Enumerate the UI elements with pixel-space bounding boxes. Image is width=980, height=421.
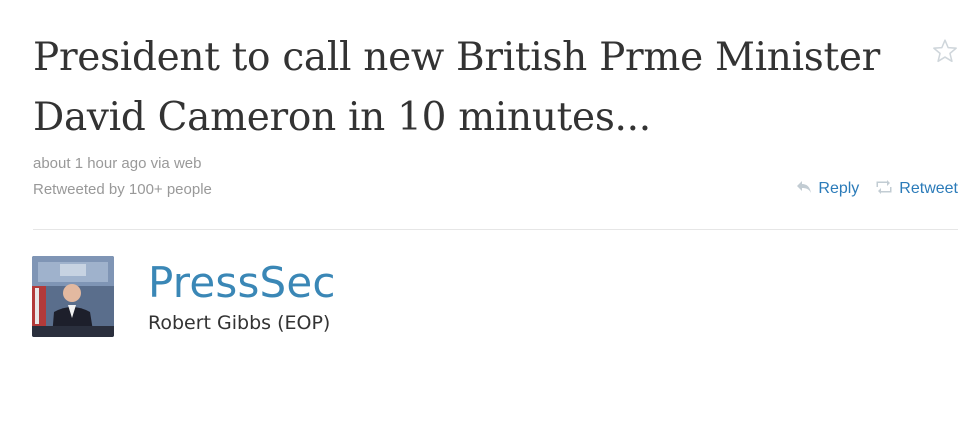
retweet-label: Retweet bbox=[899, 180, 958, 197]
star-icon[interactable] bbox=[932, 38, 958, 64]
tweet-text: President to call new British Prme Minis… bbox=[33, 35, 880, 140]
author-screen-name[interactable]: PressSec bbox=[148, 258, 336, 307]
retweet-icon bbox=[875, 180, 893, 198]
retweet-button[interactable]: Retweet bbox=[875, 180, 958, 198]
reply-arrow-icon bbox=[796, 180, 812, 198]
reply-button[interactable]: Reply bbox=[796, 180, 859, 198]
avatar[interactable] bbox=[32, 256, 114, 337]
tweet-timestamp[interactable]: about 1 hour ago via web bbox=[33, 155, 201, 172]
tweet-actions: Reply Retweet bbox=[796, 180, 958, 198]
retweet-count[interactable]: Retweeted by 100+ people bbox=[33, 181, 212, 198]
divider bbox=[33, 229, 958, 230]
author-full-name: Robert Gibbs (EOP) bbox=[148, 312, 331, 334]
reply-label: Reply bbox=[818, 180, 860, 197]
